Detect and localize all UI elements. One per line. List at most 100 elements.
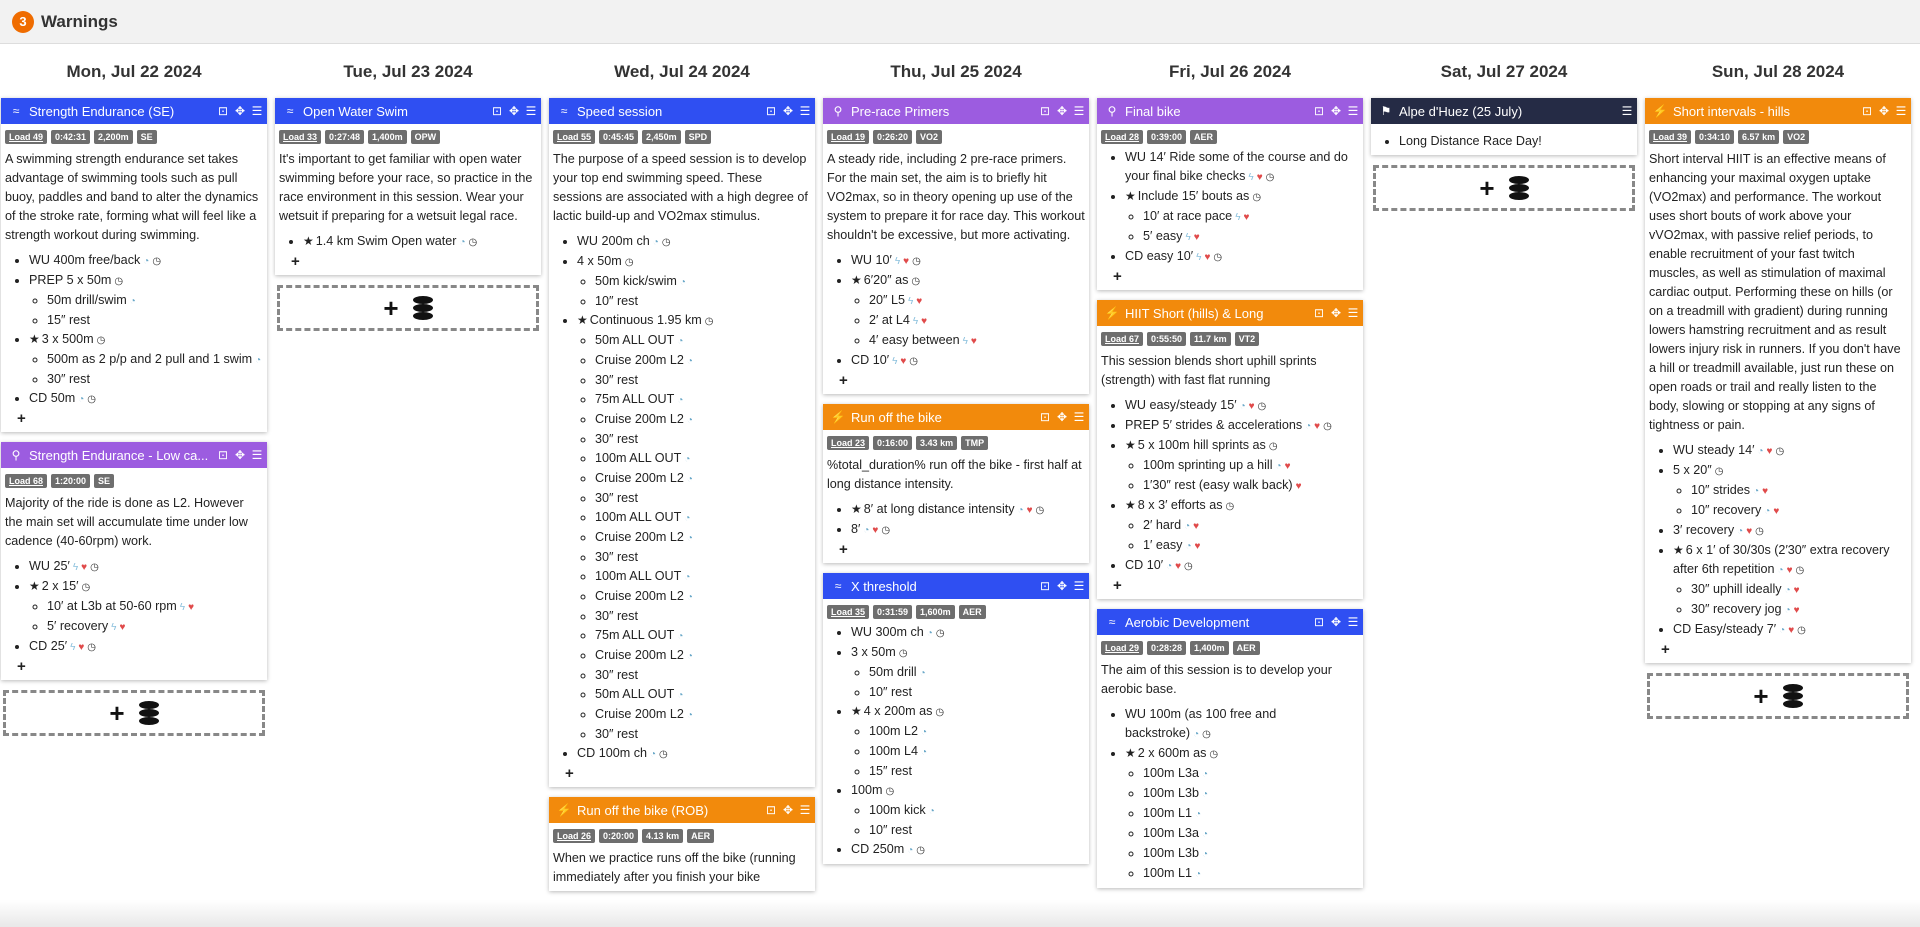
workout-card[interactable]: ⚡ Run off the bike ⊡ ✥ ☰ Load 23 0:16:00 3.43 k…	[823, 404, 1089, 563]
move-icon[interactable]: ✥	[1056, 579, 1068, 593]
move-icon[interactable]: ✥	[234, 104, 246, 118]
warnings-bar[interactable]: 3 Warnings	[0, 0, 1920, 44]
load-badge[interactable]: Load 26	[553, 829, 596, 843]
workout-card-header[interactable]: ⚲ Final bike ⊡ ✥ ☰	[1097, 98, 1363, 124]
lock-icon[interactable]: ⊡	[217, 104, 229, 118]
workout-title[interactable]: Speed session	[577, 104, 765, 119]
add-step-button[interactable]: +	[1113, 267, 1359, 286]
add-step-button[interactable]: +	[1661, 640, 1907, 659]
menu-icon[interactable]: ☰	[1073, 579, 1085, 593]
warnings-label[interactable]: Warnings	[41, 12, 118, 32]
move-icon[interactable]: ✥	[1330, 306, 1342, 320]
move-icon[interactable]: ✥	[1056, 104, 1068, 118]
workout-title[interactable]: Aerobic Development	[1125, 615, 1313, 630]
menu-icon[interactable]: ☰	[1347, 104, 1359, 118]
workout-title[interactable]: Final bike	[1125, 104, 1313, 119]
add-step-button[interactable]: +	[839, 371, 1085, 390]
menu-icon[interactable]: ☰	[799, 803, 811, 817]
menu-icon[interactable]: ☰	[1347, 615, 1359, 629]
workout-card[interactable]: ≈ Strength Endurance (SE) ⊡ ✥ ☰ Load 49 0:42:3…	[1, 98, 267, 432]
workout-title[interactable]: Short intervals - hills	[1673, 104, 1861, 119]
workout-card[interactable]: ≈ Open Water Swim ⊡ ✥ ☰ Load 33 0:27:48 1,400m O…	[275, 98, 541, 275]
menu-icon[interactable]: ☰	[799, 104, 811, 118]
workout-card-header[interactable]: ≈ Strength Endurance (SE) ⊡ ✥ ☰	[1, 98, 267, 124]
move-icon[interactable]: ✥	[1878, 104, 1890, 118]
workout-card-header[interactable]: ⚡ HIIT Short (hills) & Long ⊡ ✥ ☰	[1097, 300, 1363, 326]
lock-icon[interactable]: ⊡	[1039, 410, 1051, 424]
load-badge[interactable]: Load 29	[1101, 641, 1144, 655]
add-workout-button[interactable]: +	[277, 285, 539, 331]
lock-icon[interactable]: ⊡	[1039, 104, 1051, 118]
lock-icon[interactable]: ⊡	[1039, 579, 1051, 593]
menu-icon[interactable]: ☰	[1073, 410, 1085, 424]
load-badge[interactable]: Load 39	[1649, 130, 1692, 144]
workout-card-header[interactable]: ≈ Aerobic Development ⊡ ✥ ☰	[1097, 609, 1363, 635]
load-badge[interactable]: Load 19	[827, 130, 870, 144]
workout-card-header[interactable]: ⚲ Strength Endurance - Low ca... ⊡ ✥ ☰	[1, 442, 267, 468]
add-step-button[interactable]: +	[17, 409, 263, 428]
workout-title[interactable]: Strength Endurance (SE)	[29, 104, 217, 119]
workout-title[interactable]: Run off the bike	[851, 410, 1039, 425]
workout-card[interactable]: ⚡ Short intervals - hills ⊡ ✥ ☰ Load 39 0:34:1…	[1645, 98, 1911, 663]
workout-card[interactable]: ⚡ HIIT Short (hills) & Long ⊡ ✥ ☰ Load 67 0:55…	[1097, 300, 1363, 599]
add-step-button[interactable]: +	[565, 764, 811, 783]
lock-icon[interactable]: ⊡	[1861, 104, 1873, 118]
workout-title[interactable]: Alpe d'Huez (25 July)	[1399, 104, 1621, 119]
add-step-button[interactable]: +	[839, 540, 1085, 559]
lock-icon[interactable]: ⊡	[217, 448, 229, 462]
add-step-button[interactable]: +	[17, 657, 263, 676]
move-icon[interactable]: ✥	[1330, 615, 1342, 629]
menu-icon[interactable]: ☰	[251, 104, 263, 118]
move-icon[interactable]: ✥	[1056, 410, 1068, 424]
workout-title[interactable]: Strength Endurance - Low ca...	[29, 448, 217, 463]
menu-icon[interactable]: ☰	[1073, 104, 1085, 118]
menu-icon[interactable]: ☰	[1347, 306, 1359, 320]
workout-card-header[interactable]: ⚡ Run off the bike ⊡ ✥ ☰	[823, 404, 1089, 430]
move-icon[interactable]: ✥	[508, 104, 520, 118]
workout-title[interactable]: Run off the bike (ROB)	[577, 803, 765, 818]
workout-card-header[interactable]: ⚑ Alpe d'Huez (25 July) ☰	[1371, 98, 1637, 124]
menu-icon[interactable]: ☰	[1895, 104, 1907, 118]
load-badge[interactable]: Load 28	[1101, 130, 1144, 144]
lock-icon[interactable]: ⊡	[765, 104, 777, 118]
workout-card-header[interactable]: ⚡ Short intervals - hills ⊡ ✥ ☰	[1645, 98, 1911, 124]
workout-card[interactable]: ≈X threshold⊡✥☰Load 350:31:591,600mAERWU…	[823, 573, 1089, 864]
move-icon[interactable]: ✥	[782, 803, 794, 817]
workout-card-header[interactable]: ⚡ Run off the bike (ROB) ⊡ ✥ ☰	[549, 797, 815, 823]
workout-card[interactable]: ⚲ Strength Endurance - Low ca... ⊡ ✥ ☰ Load 6…	[1, 442, 267, 680]
workout-card[interactable]: ≈ Aerobic Development ⊡ ✥ ☰ Load 29 0:28:28 1,4…	[1097, 609, 1363, 888]
move-icon[interactable]: ✥	[1330, 104, 1342, 118]
workout-card-header[interactable]: ⚲ Pre-race Primers ⊡ ✥ ☰	[823, 98, 1089, 124]
workout-card[interactable]: ⚑ Alpe d'Huez (25 July)☰ Long Distance Rac…	[1371, 98, 1637, 155]
move-icon[interactable]: ✥	[234, 448, 246, 462]
menu-icon[interactable]: ☰	[251, 448, 263, 462]
add-workout-button[interactable]: +	[1373, 165, 1635, 211]
menu-icon[interactable]: ☰	[525, 104, 537, 118]
workout-card-header[interactable]: ≈ X threshold ⊡ ✥ ☰	[823, 573, 1089, 599]
load-badge[interactable]: Load 23	[827, 436, 870, 450]
workout-card[interactable]: ⚲ Pre-race Primers ⊡ ✥ ☰ Load 19 0:26:20 VO2 A s…	[823, 98, 1089, 394]
menu-icon[interactable]: ☰	[1621, 104, 1633, 118]
workout-card-header[interactable]: ≈ Speed session ⊡ ✥ ☰	[549, 98, 815, 124]
load-badge[interactable]: Load 35	[827, 605, 870, 619]
load-badge[interactable]: Load 68	[5, 474, 48, 488]
add-step-button[interactable]: +	[1113, 576, 1359, 595]
workout-card[interactable]: ⚲ Final bike⊡ ✥ ☰ Load 280:39:00AER WU 14′ Ri…	[1097, 98, 1363, 290]
workout-card-header[interactable]: ≈ Open Water Swim ⊡ ✥ ☰	[275, 98, 541, 124]
workout-card[interactable]: ≈ Speed session ⊡ ✥ ☰ Load 55 0:45:45 2,450m SPD…	[549, 98, 815, 787]
load-badge[interactable]: Load 67	[1101, 332, 1144, 346]
workout-title[interactable]: Open Water Swim	[303, 104, 491, 119]
add-workout-button[interactable]: +	[1647, 673, 1909, 719]
lock-icon[interactable]: ⊡	[765, 803, 777, 817]
move-icon[interactable]: ✥	[782, 104, 794, 118]
workout-title[interactable]: HIIT Short (hills) & Long	[1125, 306, 1313, 321]
load-badge[interactable]: Load 49	[5, 130, 48, 144]
workout-card[interactable]: ⚡ Run off the bike (ROB) ⊡ ✥ ☰ Load 26 0:20:00…	[549, 797, 815, 891]
lock-icon[interactable]: ⊡	[1313, 615, 1325, 629]
load-badge[interactable]: Load 55	[553, 130, 596, 144]
lock-icon[interactable]: ⊡	[1313, 104, 1325, 118]
add-workout-button[interactable]: +	[3, 690, 265, 736]
add-step-button[interactable]: +	[291, 252, 537, 271]
load-badge[interactable]: Load 33	[279, 130, 322, 144]
workout-title[interactable]: Pre-race Primers	[851, 104, 1039, 119]
